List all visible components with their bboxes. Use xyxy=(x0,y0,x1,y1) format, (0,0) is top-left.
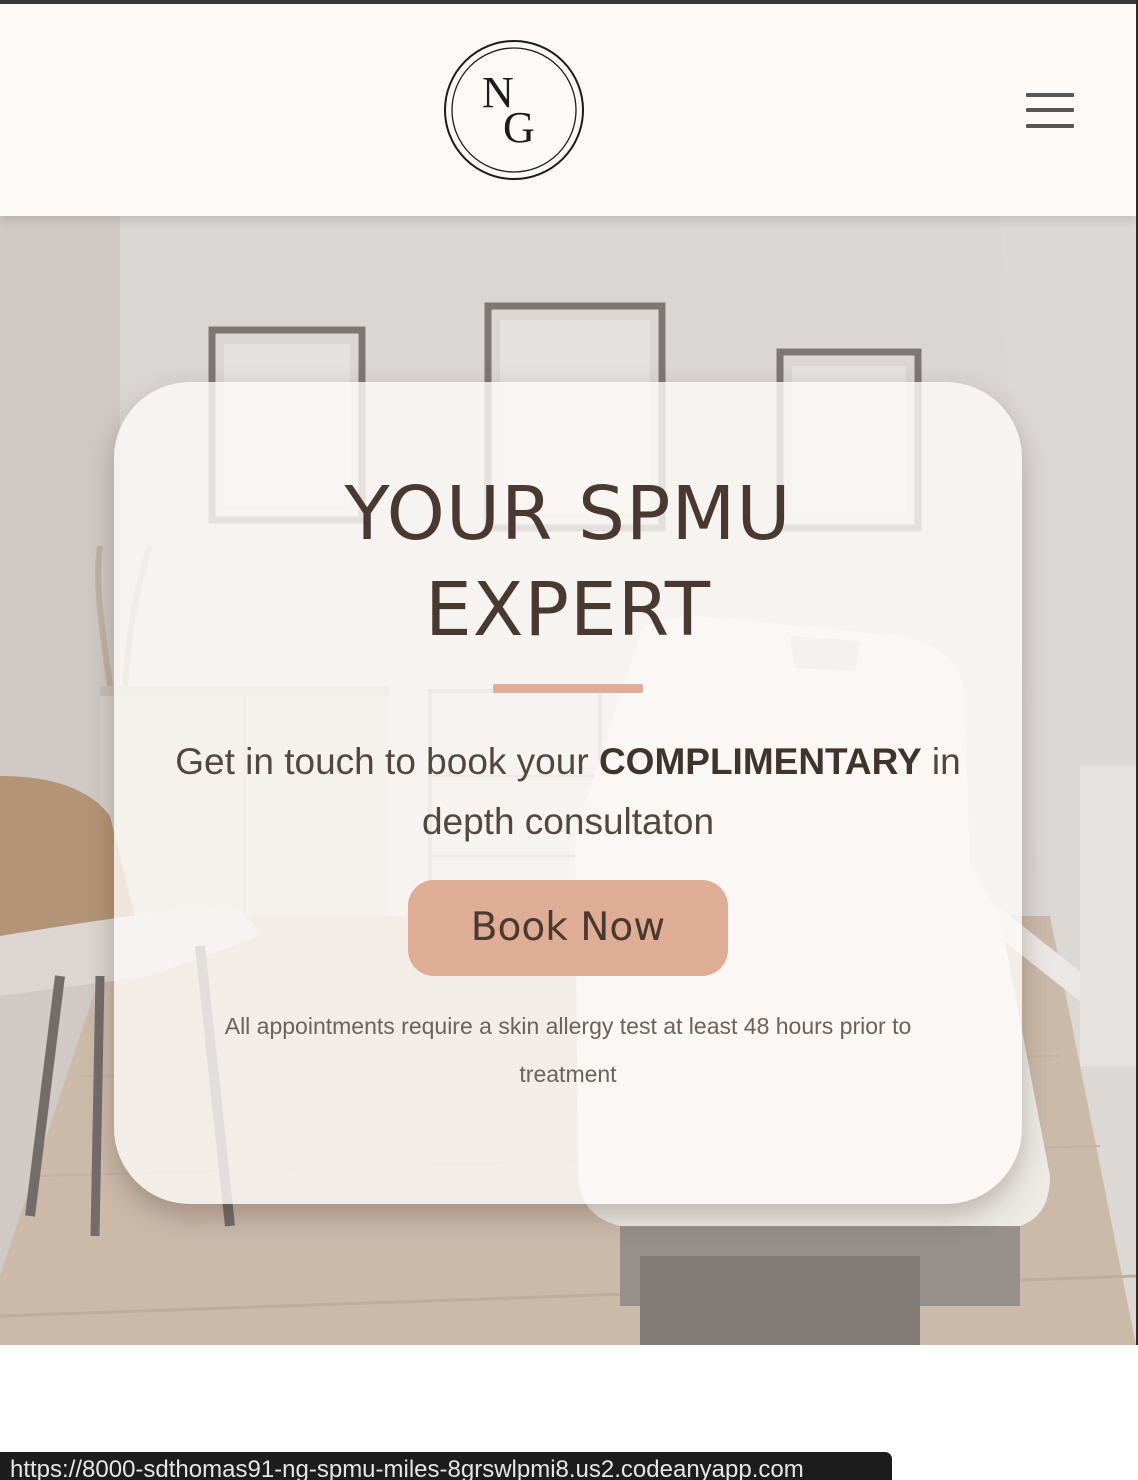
menu-line-middle xyxy=(1026,108,1074,112)
hero-section: YOUR SPMU EXPERT Get in touch to book yo… xyxy=(0,216,1136,1345)
hero-title-line2: EXPERT xyxy=(424,567,712,653)
hero-title-line1: YOUR SPMU xyxy=(344,471,792,557)
hero-divider xyxy=(493,684,643,693)
menu-line-bottom xyxy=(1026,124,1074,128)
site-logo-link[interactable]: N G xyxy=(443,39,585,181)
book-now-button[interactable]: Book Now xyxy=(408,880,728,976)
menu-line-top xyxy=(1026,93,1074,97)
site-header: N G xyxy=(0,4,1136,216)
svg-text:G: G xyxy=(503,103,535,152)
ng-logo-icon: N G xyxy=(444,40,584,180)
hero-title: YOUR SPMU EXPERT xyxy=(114,466,1022,658)
hero-subtitle-before: Get in touch to book your xyxy=(175,741,599,782)
page: N G YOUR SPMU EXPERT Get in touch to boo… xyxy=(0,0,1138,1480)
link-status-bar: https://8000-sdthomas91-ng-spmu-miles-8g… xyxy=(0,1452,892,1480)
hero-card: YOUR SPMU EXPERT Get in touch to book yo… xyxy=(114,382,1022,1204)
hero-subtitle-emphasis: COMPLIMENTARY xyxy=(598,741,922,782)
allergy-test-note: All appointments require a skin allergy … xyxy=(224,1013,912,1087)
hamburger-menu-icon[interactable] xyxy=(1022,88,1078,134)
hero-subtitle: Get in touch to book your COMPLIMENTARY … xyxy=(174,732,962,852)
